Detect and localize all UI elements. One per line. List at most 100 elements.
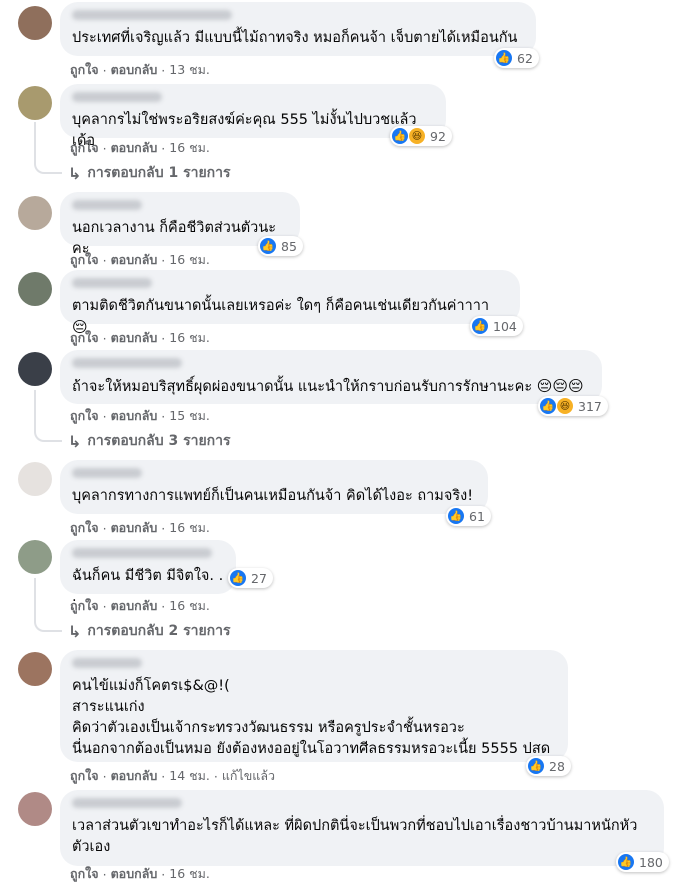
reaction-summary[interactable]: 👍 28 [526, 756, 571, 776]
separator: · [161, 598, 166, 614]
comment-text: เวลาส่วนตัวเขาทำอะไรก็ได้แหละ ที่ผิดปกติ… [72, 818, 638, 855]
thread-line [34, 578, 36, 622]
separator: · [161, 408, 166, 424]
reaction-summary[interactable]: 👍 61 [446, 506, 491, 526]
view-replies-button[interactable]: ↳ การตอบกลับ 2 รายการ [68, 620, 231, 642]
reaction-summary[interactable]: 👍 27 [228, 568, 273, 588]
author-name[interactable] [72, 548, 212, 558]
author-name[interactable] [72, 92, 162, 102]
reply-link[interactable]: ตอบกลับ [111, 60, 158, 80]
separator: · [161, 768, 166, 784]
comment-actions: ถูกใจ · ตอบกลับ · 13 ชม. [70, 60, 210, 80]
reply-arrow-icon: ↳ [68, 163, 82, 183]
avatar[interactable] [18, 196, 52, 230]
reaction-summary[interactable]: 👍 85 [258, 236, 303, 256]
reply-link[interactable]: ตอบกลับ [111, 138, 158, 158]
timestamp[interactable]: 13 ชม. [169, 60, 210, 80]
reply-link[interactable]: ตอบกลับ [111, 766, 158, 786]
separator: · [213, 768, 218, 784]
separator: · [161, 252, 166, 268]
reaction-count: 62 [517, 50, 533, 66]
avatar[interactable] [18, 462, 52, 496]
comment-text: ประเทศที่เจริญแล้ว มีแบบนี้ไม้ถาทจริง หม… [72, 30, 518, 46]
reaction-summary[interactable]: 👍 104 [470, 316, 523, 336]
view-replies-button[interactable]: ↳ การตอบกลับ 1 รายการ [68, 162, 231, 184]
reply-link[interactable]: ตอบกลับ [111, 864, 158, 884]
avatar[interactable] [18, 6, 52, 40]
avatar[interactable] [18, 86, 52, 120]
author-name[interactable] [72, 278, 152, 288]
like-icon: 👍 [618, 854, 634, 870]
author-name[interactable] [72, 200, 142, 210]
like-link[interactable]: ถูกใจ [70, 766, 99, 786]
separator: · [161, 140, 166, 156]
comment-actions: ถูกใจ · ตอบกลับ · 16 ชม. [70, 596, 210, 616]
like-link[interactable]: ถูกใจ [70, 518, 99, 538]
avatar[interactable] [18, 540, 52, 574]
edited-label[interactable]: แก้ไขแล้ว [222, 766, 275, 786]
reaction-count: 180 [639, 854, 663, 870]
timestamp[interactable]: 16 ชม. [169, 328, 210, 348]
like-link[interactable]: ถูกใจ [70, 60, 99, 80]
separator: · [102, 252, 107, 268]
comment-actions: ถูกใจ · ตอบกลับ · 16 ชม. [70, 138, 210, 158]
author-name[interactable] [72, 358, 182, 368]
reply-link[interactable]: ตอบกลับ [111, 518, 158, 538]
timestamp[interactable]: 16 ชม. [169, 138, 210, 158]
reaction-count: 104 [493, 318, 517, 334]
timestamp[interactable]: 16 ชม. [169, 596, 210, 616]
timestamp[interactable]: 14 ชม. [169, 766, 210, 786]
like-link[interactable]: ถูกใจ [70, 406, 99, 426]
reply-link[interactable]: ตอบกลับ [111, 596, 158, 616]
author-name[interactable] [72, 468, 142, 478]
comment-text-body: ถ้าจะให้หมอบริสุทธิ์ผุดผ่องขนาดนั้น แนะน… [72, 379, 533, 395]
reaction-count: 85 [281, 238, 297, 254]
author-name[interactable] [72, 658, 142, 668]
comment-actions: ถูกใจ · ตอบกลับ · 15 ชม. [70, 406, 210, 426]
author-name[interactable] [72, 798, 182, 808]
reaction-count: 61 [469, 508, 485, 524]
reaction-count: 92 [430, 128, 446, 144]
comment-bubble: บุคลากรไม่ใช่พระอริยสงฆ์ค่ะคุณ 555 ไม่งั… [60, 84, 446, 149]
avatar[interactable] [18, 652, 52, 686]
comment-actions: ถูกใจ · ตอบกลับ · 16 ชม. [70, 250, 210, 270]
thread-connector [34, 428, 62, 442]
reaction-count: 317 [578, 398, 602, 414]
replies-label: การตอบกลับ 1 รายการ [87, 165, 231, 181]
reaction-summary[interactable]: 👍 180 [616, 852, 669, 872]
separator: · [102, 520, 107, 536]
reply-link[interactable]: ตอบกลับ [111, 250, 158, 270]
separator: · [102, 598, 107, 614]
avatar[interactable] [18, 352, 52, 386]
thread-connector [34, 618, 62, 632]
like-link[interactable]: ถูกใจ [70, 250, 99, 270]
reaction-summary[interactable]: 👍 62 [494, 48, 539, 68]
reply-arrow-icon: ↳ [68, 431, 82, 451]
avatar[interactable] [18, 272, 52, 306]
timestamp[interactable]: 15 ชม. [169, 406, 210, 426]
reply-link[interactable]: ตอบกลับ [111, 328, 158, 348]
comment-bubble: เวลาส่วนตัวเขาทำอะไรก็ได้แหละ ที่ผิดปกติ… [60, 790, 664, 866]
timestamp[interactable]: 16 ชม. [169, 864, 210, 884]
thread-line [34, 122, 36, 164]
like-link[interactable]: ถูกใจ [70, 596, 99, 616]
like-link[interactable]: ถูกใจ [70, 138, 99, 158]
reply-link[interactable]: ตอบกลับ [111, 406, 158, 426]
comment-text: ถ้าจะให้หมอบริสุทธิ์ผุดผ่องขนาดนั้น แนะน… [72, 376, 590, 398]
comment-bubble: คนไข้แม่งก็โคตรเ$&@!( สาระแนเก่ง คิดว่าต… [60, 650, 568, 762]
timestamp[interactable]: 16 ชม. [169, 518, 210, 538]
comment-bubble: ฉันก็คน มีชีวิต มีจิตใจ. . . [60, 540, 236, 605]
separator: · [102, 866, 107, 882]
timestamp[interactable]: 16 ชม. [169, 250, 210, 270]
like-icon: 👍 [528, 758, 544, 774]
haha-icon: 😆 [557, 398, 573, 414]
avatar[interactable] [18, 792, 52, 826]
reaction-summary[interactable]: 👍 😆 317 [538, 396, 608, 416]
comment-text-body: ตามติดชีวิตกันขนาดนั้นเลยเหรอค่ะ ใดๆ ก็ค… [72, 298, 490, 314]
author-name[interactable] [72, 10, 232, 20]
reaction-summary[interactable]: 👍 😆 92 [390, 126, 452, 146]
view-replies-button[interactable]: ↳ การตอบกลับ 3 รายการ [68, 430, 231, 452]
like-icon: 👍 [496, 50, 512, 66]
like-link[interactable]: ถูกใจ [70, 328, 99, 348]
like-link[interactable]: ถูกใจ [70, 864, 99, 884]
